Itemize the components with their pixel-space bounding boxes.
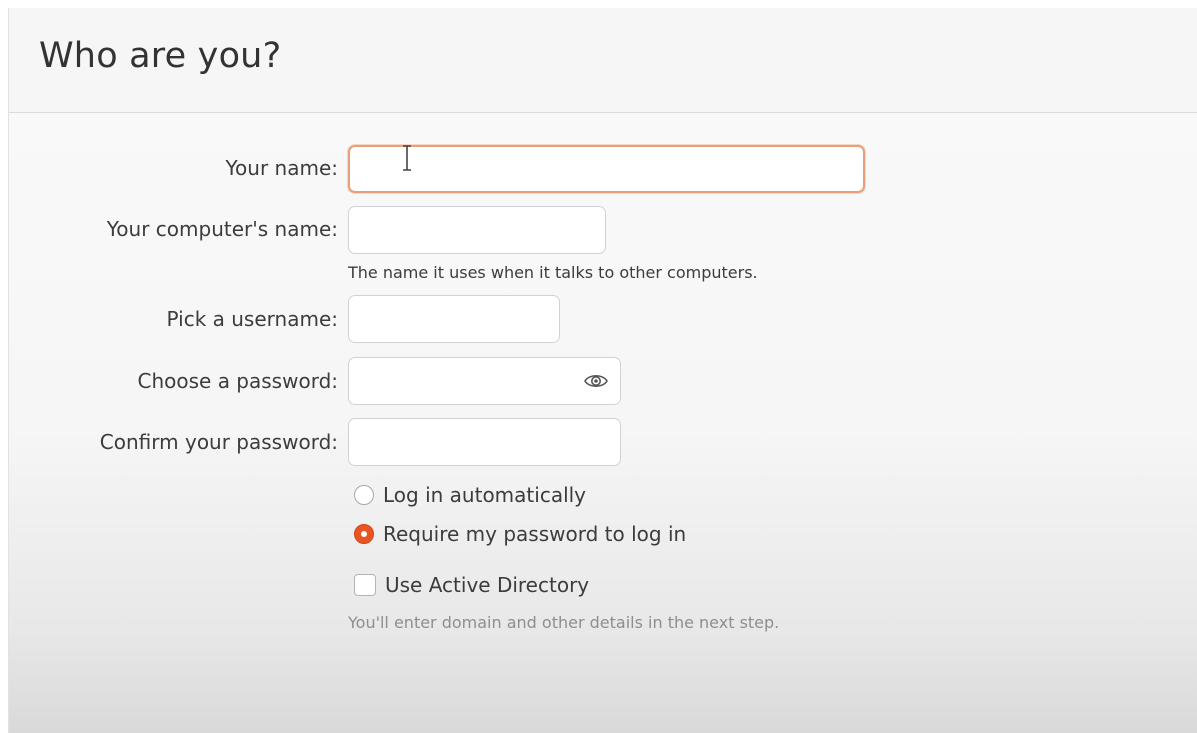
username-input[interactable]: [357, 302, 521, 336]
your-name-input[interactable]: [358, 153, 825, 187]
confirm-password-label: Confirm your password:: [99, 430, 338, 454]
eye-icon[interactable]: [584, 371, 608, 391]
installer-window: Who are you? Your name: Your computer's …: [8, 8, 1197, 733]
active-directory-label: Use Active Directory: [385, 573, 590, 597]
password-input[interactable]: [357, 364, 582, 398]
page-title: Who are you?: [39, 36, 282, 76]
page-header: Who are you?: [9, 8, 1197, 113]
computer-name-input[interactable]: [357, 213, 567, 247]
username-label: Pick a username:: [166, 307, 338, 331]
computer-name-label: Your computer's name:: [106, 217, 338, 241]
login-automatically-label: Log in automatically: [383, 483, 587, 507]
password-field[interactable]: [348, 357, 621, 405]
computer-name-field[interactable]: [348, 206, 606, 254]
computer-name-hint: The name it uses when it talks to other …: [348, 263, 758, 282]
active-directory-option[interactable]: Use Active Directory: [354, 571, 589, 599]
login-automatically-radio[interactable]: [354, 485, 374, 505]
login-automatically-option[interactable]: Log in automatically: [354, 481, 586, 509]
text-cursor-icon: [403, 145, 411, 171]
your-name-label: Your name:: [225, 156, 338, 180]
confirm-password-field[interactable]: [348, 418, 621, 466]
password-label: Choose a password:: [137, 369, 339, 393]
require-password-label: Require my password to log in: [383, 522, 687, 546]
active-directory-checkbox[interactable]: [354, 574, 376, 596]
require-password-radio[interactable]: [354, 524, 374, 544]
require-password-option[interactable]: Require my password to log in: [354, 520, 686, 548]
your-name-field[interactable]: [348, 145, 865, 193]
username-field[interactable]: [348, 295, 560, 343]
active-directory-hint: You'll enter domain and other details in…: [348, 613, 780, 632]
confirm-password-input[interactable]: [357, 425, 582, 459]
